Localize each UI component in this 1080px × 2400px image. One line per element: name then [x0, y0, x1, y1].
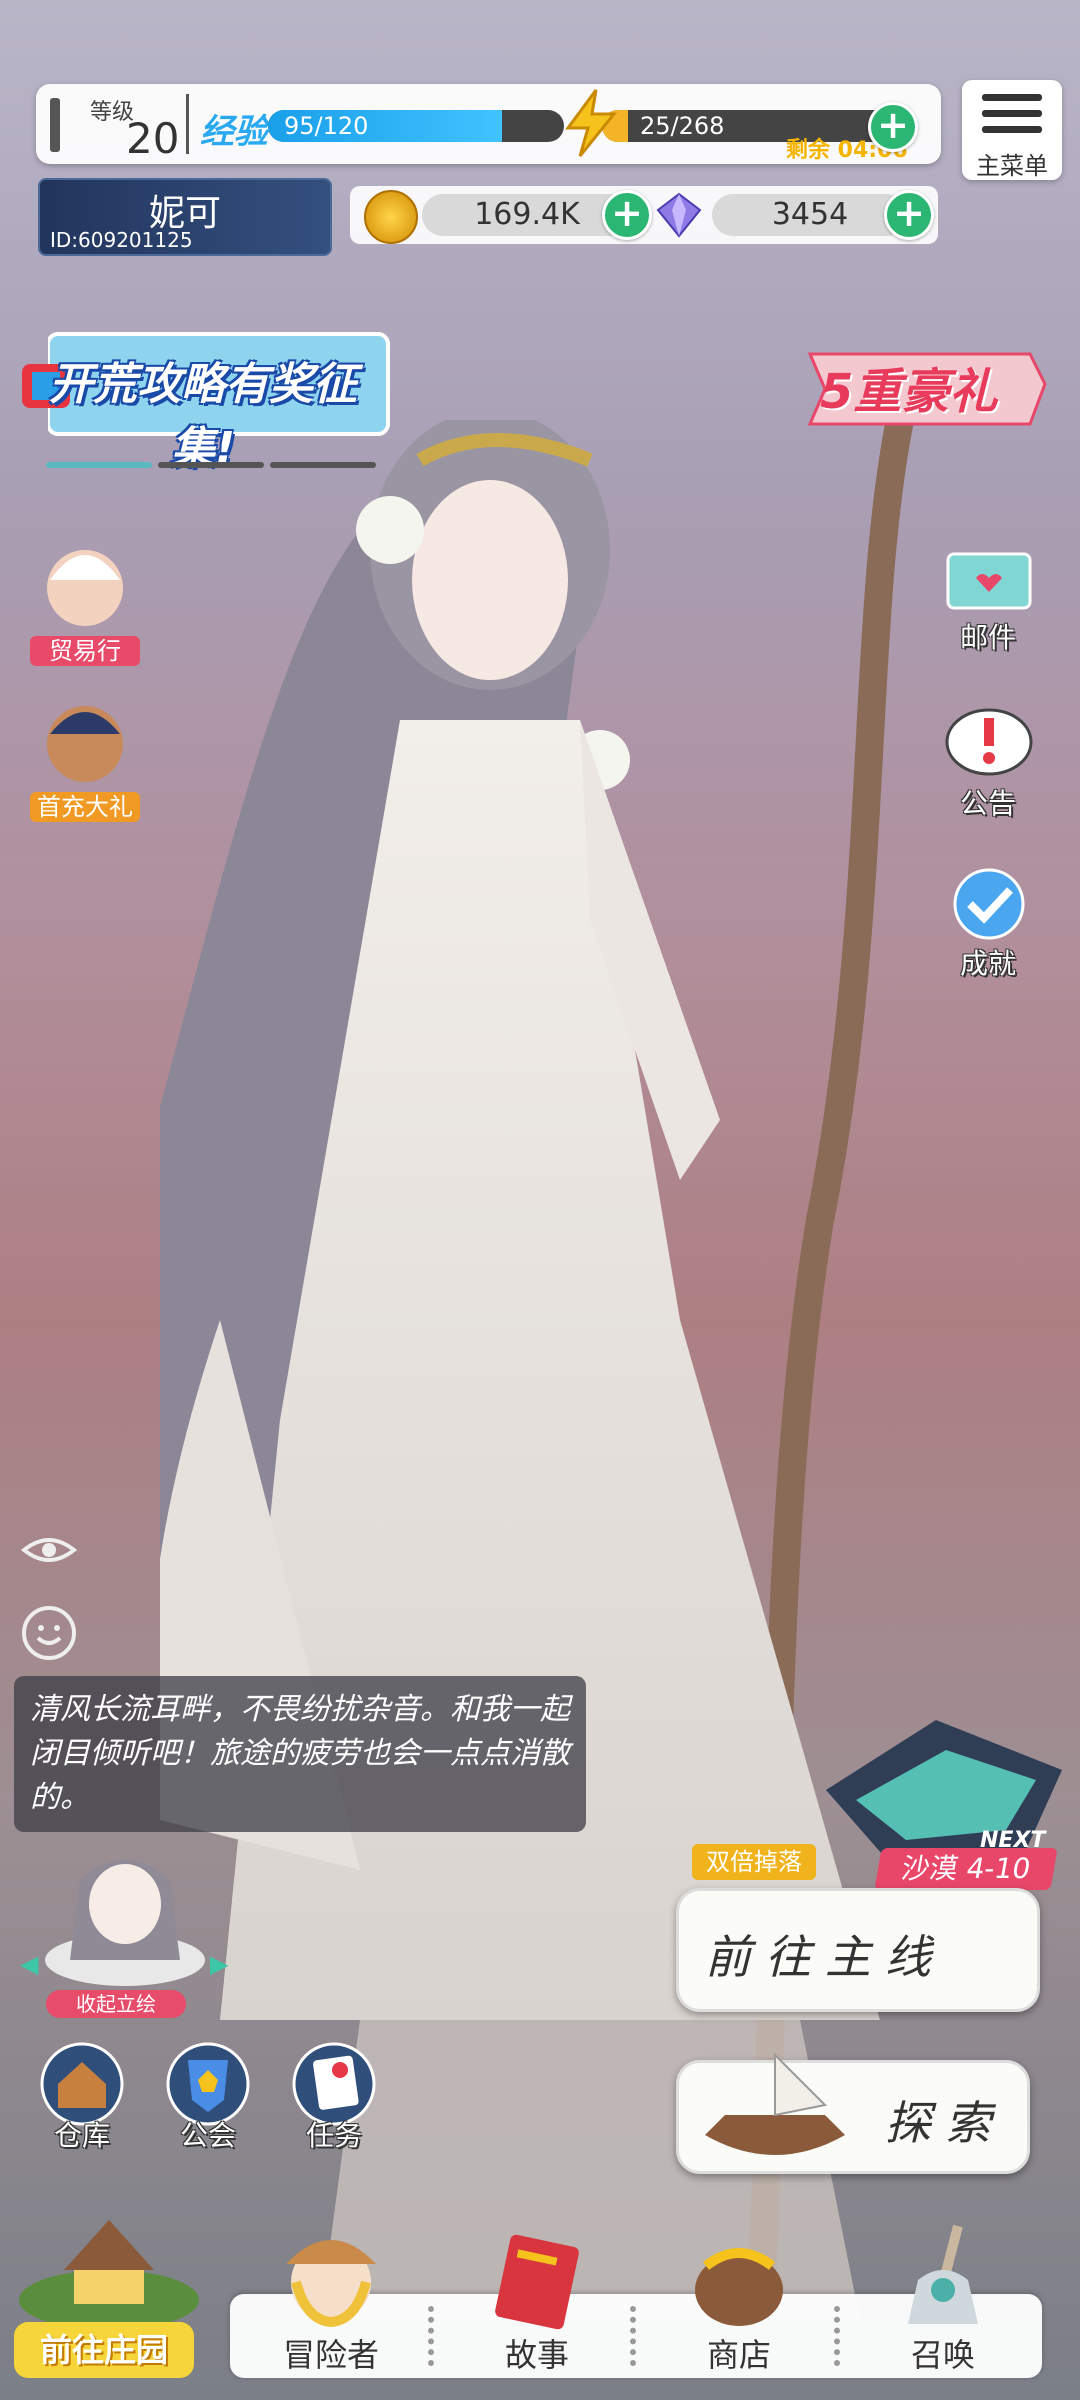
page-dot[interactable] — [158, 462, 264, 468]
banner-pagination — [46, 462, 380, 468]
currency-bar: 169.4K + 3454 + — [350, 186, 938, 244]
hide-portrait-label: 收起立绘 — [46, 1990, 186, 2018]
character-illustration — [160, 420, 914, 2320]
add-energy-button[interactable]: + — [868, 102, 918, 152]
nav-summon-label: 召唤 — [910, 2336, 975, 2374]
dialogue-box[interactable]: 清风长流耳畔，不畏纷扰杂音。和我一起闭目倾听吧！旅途的疲劳也会一点点消散的。 — [14, 1676, 586, 1832]
first-recharge-button[interactable]: 首充大礼 — [30, 696, 140, 826]
achievement-label: 成就 — [959, 947, 1016, 980]
exp-bar: 95/120 — [268, 110, 564, 142]
quest-label: 任务 — [305, 2119, 362, 2152]
mail-icon — [946, 552, 1032, 610]
lightning-icon — [565, 89, 618, 157]
add-coins-button[interactable]: + — [602, 190, 652, 240]
add-gems-button[interactable]: + — [884, 190, 934, 240]
nav-story[interactable]: 故事 — [462, 2220, 612, 2390]
go-farm-label: 前往庄园 — [14, 2322, 194, 2378]
merchant-icon — [47, 550, 123, 626]
nav-shop[interactable]: 商店 — [664, 2220, 814, 2390]
merchant-button[interactable]: 贸易行 — [30, 540, 140, 670]
nav-adventurer-label: 冒险者 — [282, 2336, 379, 2374]
eye-icon[interactable] — [20, 1530, 78, 1570]
exp-label: 经验 — [200, 112, 268, 152]
page-dot-active[interactable] — [46, 462, 152, 468]
exp-value: 95/120 — [284, 112, 369, 140]
player-id: ID:609201125 — [50, 228, 193, 252]
level-block: 等级 20 — [50, 92, 200, 163]
main-menu-button[interactable]: 主菜单 — [962, 80, 1062, 180]
merchant-label: 贸易行 — [30, 636, 140, 666]
divider — [186, 94, 189, 154]
quest-button[interactable]: 任务 — [286, 2040, 382, 2160]
nav-adventurer[interactable]: 冒险者 — [256, 2220, 406, 2390]
warehouse-label: 仓库 — [53, 2119, 110, 2152]
gift-banner[interactable]: 5重豪礼 — [800, 334, 1060, 440]
nav-summon[interactable]: 召唤 — [868, 2220, 1018, 2390]
first-recharge-icon — [47, 706, 123, 782]
achievement-button[interactable]: 成就 — [938, 866, 1038, 982]
event-banner[interactable]: 开荒攻略有奖征集! — [18, 330, 390, 474]
status-bar: 等级 20 经验 95/120 25/268 剩余 04:06 + — [36, 84, 941, 164]
main-menu-label: 主菜单 — [976, 152, 1048, 180]
nav-shop-label: 商店 — [706, 2336, 771, 2374]
double-drop-badge: 双倍掉落 — [692, 1844, 816, 1880]
adventurer-icon — [286, 2240, 376, 2328]
emote-icon[interactable] — [20, 1604, 78, 1662]
nav-separator — [630, 2306, 642, 2366]
explore-label: 探索 — [885, 2096, 1005, 2150]
summon-icon — [908, 2224, 978, 2324]
gem-icon — [656, 192, 702, 238]
level-value: 20 — [126, 114, 180, 163]
stage-name: 沙漠 4-10 — [874, 1848, 1058, 1890]
chibi-portrait-icon — [45, 1860, 205, 1986]
first-recharge-label: 首充大礼 — [30, 792, 140, 822]
dialogue-text: 清风长流耳畔，不畏纷扰杂音。和我一起闭目倾听吧！旅途的疲劳也会一点点消散的。 — [30, 1692, 570, 1815]
level-stripe — [50, 98, 60, 152]
gem-amount: 3454 — [712, 194, 908, 236]
ship-icon — [705, 2052, 845, 2155]
notice-label: 公告 — [959, 787, 1016, 820]
notice-icon — [945, 708, 1033, 776]
event-banner-text: 开荒攻略有奖征集! — [49, 359, 357, 474]
hamburger-icon — [982, 126, 1042, 133]
farm-icon — [19, 2220, 199, 2330]
hamburger-icon — [982, 94, 1042, 101]
chevron-left-icon: ◀ — [20, 1950, 39, 1978]
gift-banner-text: 5重豪礼 — [820, 364, 998, 420]
mail-label: 邮件 — [959, 621, 1016, 654]
nav-story-label: 故事 — [504, 2336, 569, 2374]
explore-button[interactable]: 探索 — [676, 2052, 1030, 2174]
coin-amount: 169.4K — [422, 194, 632, 236]
go-farm-button[interactable]: 前往庄园 — [0, 2190, 210, 2400]
player-card[interactable]: 妮可 ID:609201125 — [38, 178, 332, 256]
energy-value: 25/268 — [640, 112, 725, 140]
go-mainline-button[interactable]: 前往主线 — [676, 1888, 1040, 2012]
warehouse-button[interactable]: 仓库 — [34, 2040, 130, 2160]
mail-button[interactable]: 邮件 — [938, 548, 1038, 658]
nav-separator — [428, 2306, 440, 2366]
page-dot[interactable] — [270, 462, 376, 468]
notice-button[interactable]: 公告 — [938, 706, 1038, 822]
coin-icon — [364, 190, 418, 244]
shop-bag-icon — [695, 2248, 783, 2326]
story-book-icon — [495, 2234, 579, 2330]
achievement-icon — [953, 868, 1025, 940]
guild-label: 公会 — [179, 2119, 236, 2152]
nav-separator — [834, 2306, 846, 2366]
hamburger-icon — [982, 110, 1042, 117]
chevron-right-icon: ▶ — [210, 1950, 229, 1978]
guild-button[interactable]: 公会 — [160, 2040, 256, 2160]
hide-portrait-button[interactable]: ◀ ▶ 收起立绘 — [20, 1840, 228, 2020]
go-mainline-label: 前往主线 — [705, 1930, 945, 1984]
